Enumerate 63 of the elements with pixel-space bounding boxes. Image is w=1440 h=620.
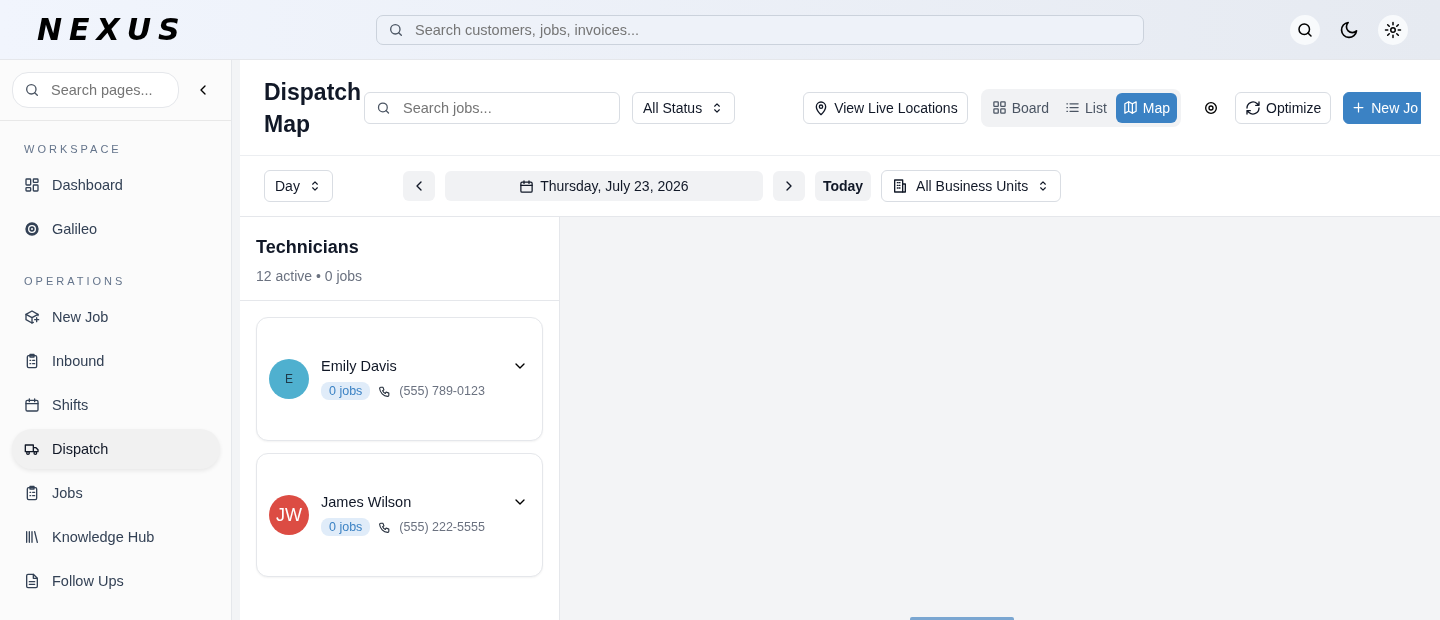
search-button[interactable]	[1290, 14, 1320, 45]
file-text-icon	[24, 573, 40, 589]
sidebar-item[interactable]: Jobs	[12, 473, 220, 513]
range-dropdown[interactable]: Day	[264, 170, 333, 202]
truck-icon	[24, 441, 40, 457]
live-locations-button[interactable]: View Live Locations	[803, 91, 968, 124]
list-icon	[1065, 100, 1080, 115]
today-button[interactable]: Today	[814, 171, 872, 201]
previous-button[interactable]	[402, 171, 435, 201]
calendar-icon	[24, 397, 40, 413]
new-job-button[interactable]: New Jo	[1343, 91, 1421, 124]
calendar-icon	[519, 178, 535, 194]
settings-button[interactable]	[1378, 14, 1408, 45]
library-icon	[24, 529, 40, 545]
section-heading: WORKSPACE	[23, 142, 123, 157]
search-field[interactable]: Search customers, jobs, invoices...	[376, 14, 1144, 45]
clipboard-list-icon	[24, 485, 40, 501]
technician-card[interactable]: E Emily Davis 0 jobs (555) 789-0123	[256, 317, 543, 441]
panel-title: Technicians	[256, 237, 360, 258]
search-field[interactable]: Search jobs...	[364, 91, 620, 124]
view-tab[interactable]: Board	[984, 92, 1056, 123]
jobs-count: 0 jobs	[321, 382, 371, 400]
logo: NEXUS	[37, 12, 187, 47]
sidebar-item[interactable]: Follow Ups	[12, 561, 220, 601]
avatar: E	[269, 359, 309, 399]
optimize-button[interactable]: Optimize	[1235, 91, 1332, 124]
search-field[interactable]: Search pages...	[12, 72, 179, 108]
date-picker[interactable]: Thursday, July 23, 2026	[444, 171, 763, 201]
moon-icon	[1339, 19, 1359, 40]
jobs-count: 0 jobs	[321, 518, 371, 536]
refresh-icon	[1245, 99, 1261, 116]
technician-name: James Wilson	[321, 494, 413, 510]
sidebar-item[interactable]: Dispatch	[12, 429, 220, 469]
sidebar-item[interactable]: Shifts	[12, 385, 220, 425]
technician-name: Emily Davis	[321, 358, 398, 374]
status-dropdown[interactable]: All Status	[632, 91, 736, 124]
technician-card[interactable]: JW James Wilson 0 jobs (555) 222-5555	[256, 453, 543, 577]
phone-number: (555) 222-5555	[399, 520, 485, 534]
avatar: JW	[269, 495, 309, 535]
view-tab[interactable]: Map	[1115, 92, 1177, 123]
sidebar-item[interactable]: Dashboard	[12, 165, 220, 205]
plus-icon	[1351, 100, 1367, 115]
map-icon	[1122, 100, 1138, 115]
phone-number: (555) 789-0123	[399, 384, 485, 398]
search-icon	[1296, 20, 1314, 39]
next-button[interactable]	[772, 171, 805, 201]
sidebar-item[interactable]: New Job	[12, 297, 220, 337]
business-units-dropdown[interactable]: All Business Units	[881, 170, 1062, 202]
section-heading: OPERATIONS	[23, 274, 127, 289]
target-icon	[24, 221, 40, 237]
sidebar-item[interactable]: Knowledge Hub	[12, 517, 220, 557]
grid-icon	[991, 100, 1007, 115]
building-icon	[892, 178, 909, 194]
sidebar-item[interactable]: Galileo	[12, 209, 220, 249]
clipboard-list-icon	[24, 353, 40, 369]
dashboard-icon	[24, 177, 40, 193]
technician-summary: 12 active • 0 jobs	[256, 268, 364, 284]
phone-icon	[378, 520, 392, 534]
phone-icon	[378, 384, 392, 398]
package-plus-icon	[24, 309, 40, 325]
page-title: Dispatch Map	[264, 77, 363, 139]
sidebar-item[interactable]: Inbound	[12, 341, 220, 381]
view-tab[interactable]: List	[1058, 92, 1114, 123]
